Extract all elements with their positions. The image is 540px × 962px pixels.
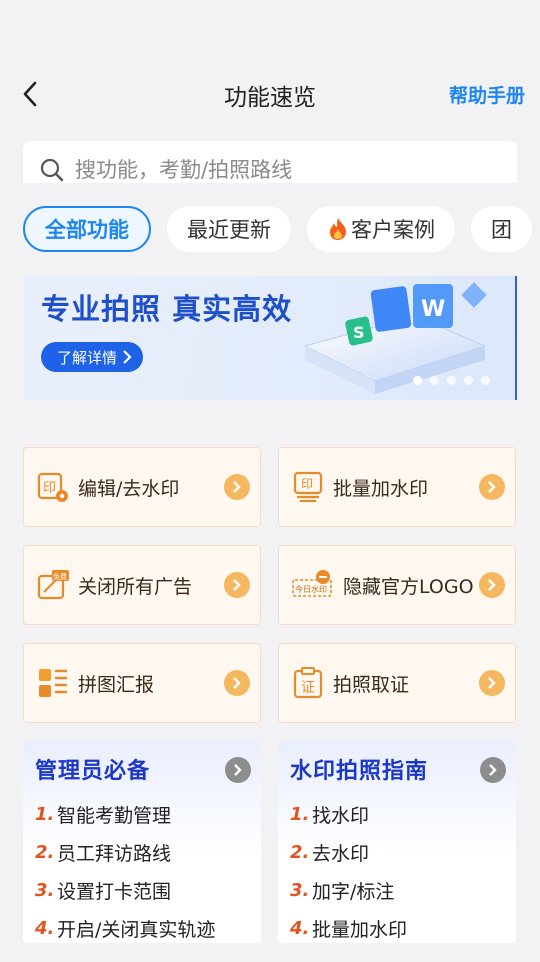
edit-watermark-icon: 印: [37, 472, 68, 502]
list-item[interactable]: 4. 开启/关闭真实轨迹: [35, 909, 249, 947]
list-item[interactable]: 3. 设置打卡范围: [35, 871, 249, 909]
fire-icon: [330, 218, 346, 240]
tab-customer-cases[interactable]: 客户案例: [307, 206, 455, 252]
chevron-right-icon[interactable]: [480, 757, 506, 783]
feature-photo-evidence[interactable]: 证 拍照取证: [278, 643, 516, 723]
guide-admin-essentials[interactable]: 管理员必备 1. 智能考勤管理 2. 员工拜访路线 3. 设置打卡范围 4. 开启/关闭…: [23, 741, 261, 943]
feature-label: 拍照取证: [333, 673, 410, 696]
chevron-right-icon: [479, 670, 505, 696]
guide-watermark-photo[interactable]: 水印拍照指南 1. 找水印 2. 去水印 3. 加字/标注 4. 批量加水印: [278, 741, 516, 943]
feature-label: 关闭所有广告: [78, 575, 193, 598]
feature-label: 拼图汇报: [78, 673, 155, 696]
batch-watermark-icon: 印: [293, 471, 323, 503]
chevron-right-icon[interactable]: [225, 757, 251, 783]
tab-recent-updates[interactable]: 最近更新: [167, 206, 291, 252]
tab-label: 全部功能: [45, 218, 129, 242]
svg-text:今日水印: 今日水印: [295, 584, 327, 594]
list-item[interactable]: 1. 智能考勤管理: [35, 795, 249, 833]
header: 功能速览 帮助手册: [0, 64, 540, 124]
banner-details-button[interactable]: 了解详情: [41, 342, 144, 372]
feature-edit-watermark[interactable]: 印 编辑/去水印: [23, 447, 261, 527]
puzzle-report-icon: [39, 669, 67, 697]
chevron-right-icon: [224, 474, 250, 500]
feature-batch-watermark[interactable]: 印 批量加水印: [278, 447, 516, 527]
help-manual-link[interactable]: 帮助手册: [449, 81, 525, 108]
pagination-dot: [464, 376, 473, 385]
feature-puzzle-report[interactable]: 拼图汇报: [23, 643, 261, 723]
hide-logo-icon: 今日水印: [292, 570, 332, 597]
guide-title: 管理员必备: [35, 759, 151, 784]
list-item[interactable]: 2. 去水印: [290, 833, 504, 871]
svg-text:W: W: [421, 297, 445, 322]
svg-text:证: 证: [301, 680, 315, 696]
search-input[interactable]: 搜功能，考勤/拍照路线: [23, 141, 517, 183]
list-item[interactable]: 2. 员工拜访路线: [35, 833, 249, 871]
banner-pagination: [413, 376, 490, 385]
search-placeholder: 搜功能，考勤/拍照路线: [75, 158, 293, 182]
svg-text:印: 印: [301, 477, 313, 491]
pagination-dot: [430, 376, 439, 385]
list-item[interactable]: 4. 批量加水印: [290, 909, 504, 947]
svg-text:印: 印: [43, 481, 56, 496]
feature-label: 批量加水印: [333, 477, 429, 500]
tab-label: 客户案例: [351, 218, 435, 242]
pagination-dot: [481, 376, 490, 385]
promo-banner[interactable]: 专业拍照 真实高效 了解详情 W S: [23, 276, 517, 400]
chevron-right-icon: [224, 572, 250, 598]
chevron-right-icon: [479, 572, 505, 598]
list-item[interactable]: 3. 加字/标注: [290, 871, 504, 909]
search-icon: [40, 158, 64, 182]
chevron-right-icon: [479, 474, 505, 500]
tab-all-features[interactable]: 全部功能: [23, 206, 151, 252]
pagination-dot: [413, 376, 422, 385]
feature-close-ads[interactable]: 免费 关闭所有广告: [23, 545, 261, 625]
svg-text:免费: 免费: [53, 572, 67, 581]
category-tabs: 全部功能 最近更新 客户案例 团: [23, 206, 540, 252]
guide-title: 水印拍照指南: [290, 759, 429, 784]
pagination-dot: [447, 376, 456, 385]
tab-team[interactable]: 团: [471, 206, 532, 252]
ad-free-icon: 免费: [37, 570, 69, 600]
feature-label: 隐藏官方LOGO: [343, 575, 474, 598]
tab-label: 团: [491, 218, 512, 242]
feature-label: 编辑/去水印: [78, 477, 180, 500]
feature-hide-logo[interactable]: 今日水印 隐藏官方LOGO: [278, 545, 516, 625]
list-item[interactable]: 1. 找水印: [290, 795, 504, 833]
chevron-right-icon: [224, 670, 250, 696]
tab-label: 最近更新: [187, 218, 271, 242]
guide-list: 1. 找水印 2. 去水印 3. 加字/标注 4. 批量加水印: [290, 795, 504, 947]
svg-text:S: S: [353, 323, 365, 342]
guide-list: 1. 智能考勤管理 2. 员工拜访路线 3. 设置打卡范围 4. 开启/关闭真实轨迹: [35, 795, 249, 947]
chevron-right-icon: [123, 350, 132, 364]
banner-button-label: 了解详情: [57, 348, 118, 367]
evidence-icon: 证: [293, 667, 323, 699]
banner-title: 专业拍照 真实高效: [41, 292, 293, 326]
